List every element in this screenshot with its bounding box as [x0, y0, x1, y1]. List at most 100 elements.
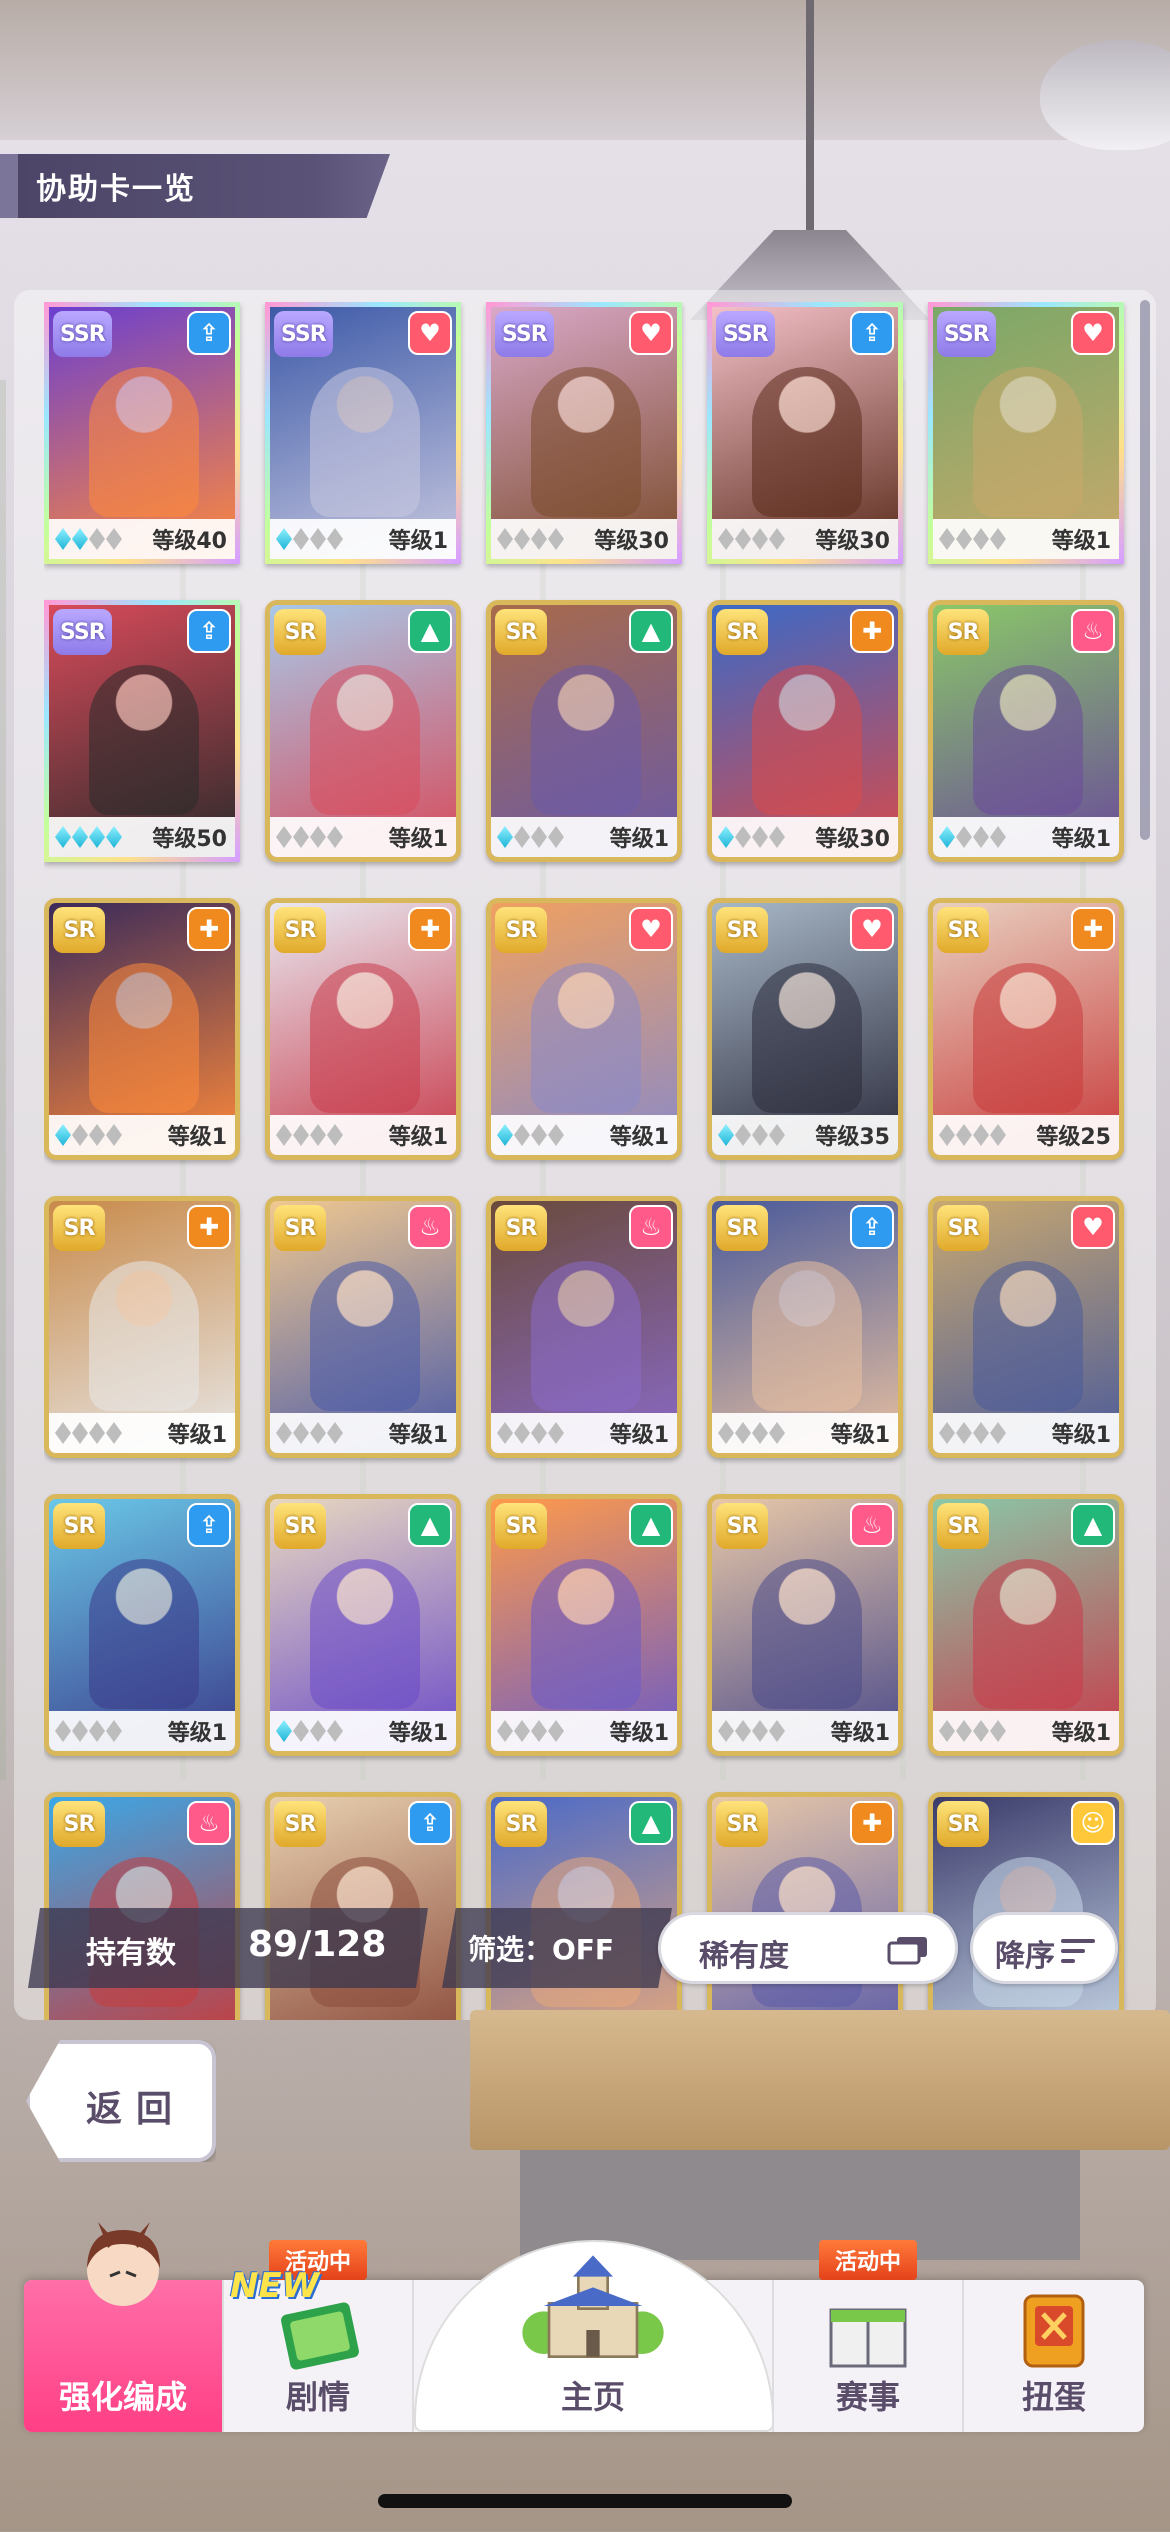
heart-type-icon: ♥ — [1071, 311, 1115, 355]
support-card[interactable]: SSR ⇪ 等级40 — [44, 302, 240, 564]
limit-break-gems — [276, 1422, 343, 1444]
limit-break-gems — [497, 1720, 564, 1742]
card-status-bar: 等级1 — [933, 817, 1119, 857]
card-level: 等级1 — [388, 827, 448, 852]
limit-break-gems — [276, 528, 343, 550]
support-card[interactable]: SSR ♥ 等级1 — [265, 302, 461, 564]
nav-tab-race[interactable]: 活动中 赛事 — [774, 2240, 964, 2432]
support-card[interactable]: SR ♨ 等级1 — [265, 1196, 461, 1458]
flame-type-icon: ♨ — [187, 1801, 231, 1845]
gem-icon — [55, 1124, 71, 1146]
mortarboard-type-icon: ▲ — [629, 1801, 673, 1845]
rarity-badge: SR — [716, 609, 768, 655]
gem-icon — [327, 1124, 343, 1146]
gem-icon — [718, 528, 734, 550]
card-level: 等级1 — [1051, 1721, 1111, 1746]
rarity-badge: SR — [274, 1801, 326, 1847]
gem-icon — [293, 1720, 309, 1742]
support-card[interactable]: SR ⇪ 等级1 — [707, 1196, 903, 1458]
limit-break-gems — [939, 528, 1006, 550]
heart-type-icon: ♥ — [408, 311, 452, 355]
card-level: 等级1 — [830, 1721, 890, 1746]
support-card[interactable]: SR ✚ 等级1 — [265, 898, 461, 1160]
gem-icon — [531, 1422, 547, 1444]
card-status-bar: 等级30 — [712, 817, 898, 857]
limit-break-gems — [497, 528, 564, 550]
filter-label[interactable]: 筛选：OFF — [468, 1928, 614, 1968]
limit-break-gems — [55, 1422, 122, 1444]
speed-type-icon: ⇪ — [408, 1801, 452, 1845]
gem-icon — [718, 826, 734, 848]
gem-icon — [89, 1422, 105, 1444]
sort-rarity-button[interactable]: 稀有度 — [658, 1912, 958, 1984]
speed-type-icon: ⇪ — [187, 311, 231, 355]
gem-icon — [718, 1720, 734, 1742]
mortarboard-type-icon: ▲ — [408, 1503, 452, 1547]
rarity-badge: SR — [716, 1801, 768, 1847]
support-card[interactable]: SR ▲ 等级1 — [265, 600, 461, 862]
heart-type-icon: ♥ — [850, 907, 894, 951]
gem-icon — [939, 1124, 955, 1146]
nav-label-enhance: 强化编成 — [58, 2378, 187, 2416]
muscle-type-icon: ✚ — [408, 907, 452, 951]
support-card[interactable]: SR ♥ 等级1 — [486, 898, 682, 1160]
scrollbar[interactable] — [1140, 300, 1150, 840]
nav-tab-enhance[interactable]: 强化编成 — [24, 2222, 224, 2432]
gem-icon — [956, 1124, 972, 1146]
support-card[interactable]: SR ▲ 等级1 — [265, 1494, 461, 1756]
card-status-bar: 等级1 — [712, 1413, 898, 1453]
gem-icon — [735, 1720, 751, 1742]
gem-icon — [718, 1422, 734, 1444]
nav-tab-gacha[interactable]: 扭蛋 — [964, 2280, 1144, 2432]
support-card[interactable]: SSR ⇪ 等级30 — [707, 302, 903, 564]
nav-label-home: 主页 — [560, 2378, 625, 2416]
card-status-bar: 等级50 — [49, 817, 235, 857]
gem-icon — [752, 1720, 768, 1742]
ceiling-lamp — [680, 0, 940, 330]
gem-icon — [514, 1124, 530, 1146]
support-card[interactable]: SR ♨ 等级1 — [928, 600, 1124, 862]
gem-icon — [276, 1422, 292, 1444]
card-level: 等级1 — [167, 1721, 227, 1746]
card-level: 等级35 — [815, 1125, 890, 1150]
support-card[interactable]: SR ♥ 等级1 — [928, 1196, 1124, 1458]
support-card[interactable]: SR ▲ 等级1 — [486, 1494, 682, 1756]
gem-icon — [327, 1720, 343, 1742]
gem-icon — [276, 826, 292, 848]
gem-icon — [956, 1720, 972, 1742]
card-level: 等级50 — [152, 827, 227, 852]
card-status-bar: 等级1 — [491, 1413, 677, 1453]
support-card[interactable]: SSR ♥ 等级1 — [928, 302, 1124, 564]
gem-icon — [310, 1422, 326, 1444]
support-card[interactable]: SR ♨ 等级1 — [486, 1196, 682, 1458]
support-card[interactable]: SR ▲ 等级1 — [928, 1494, 1124, 1756]
support-card[interactable]: SR ♨ 等级1 — [707, 1494, 903, 1756]
gem-icon — [752, 826, 768, 848]
support-card[interactable]: SR ▲ 等级1 — [486, 600, 682, 862]
support-card[interactable]: SR ✚ 等级25 — [928, 898, 1124, 1160]
back-button[interactable]: 返回 — [26, 2040, 216, 2162]
support-card[interactable]: SR ✚ 等级1 — [44, 898, 240, 1160]
support-card[interactable]: SSR ♥ 等级30 — [486, 302, 682, 564]
gem-icon — [310, 1720, 326, 1742]
support-card[interactable]: SR ⇪ 等级1 — [44, 1494, 240, 1756]
card-status-bar: 等级1 — [270, 1115, 456, 1155]
nav-tab-home[interactable]: 主页 — [414, 2255, 774, 2432]
rarity-badge: SSR — [53, 609, 112, 655]
support-card[interactable]: SR ✚ 等级1 — [44, 1196, 240, 1458]
sort-order-button[interactable]: 降序 — [970, 1912, 1118, 1984]
card-status-bar: 等级30 — [491, 519, 677, 559]
home-indicator — [378, 2494, 792, 2508]
rarity-badge: SR — [495, 609, 547, 655]
rarity-badge: SR — [274, 1503, 326, 1549]
gem-icon — [55, 826, 71, 848]
gem-icon — [497, 1124, 513, 1146]
limit-break-gems — [939, 826, 1006, 848]
gem-icon — [973, 1124, 989, 1146]
gem-icon — [973, 826, 989, 848]
support-card[interactable]: SR ♥ 等级35 — [707, 898, 903, 1160]
support-card[interactable]: SSR ⇪ 等级50 — [44, 600, 240, 862]
rarity-badge: SR — [937, 1801, 989, 1847]
support-card[interactable]: SR ✚ 等级30 — [707, 600, 903, 862]
nav-tab-story[interactable]: 活动中 NEW 剧情 — [224, 2240, 414, 2432]
